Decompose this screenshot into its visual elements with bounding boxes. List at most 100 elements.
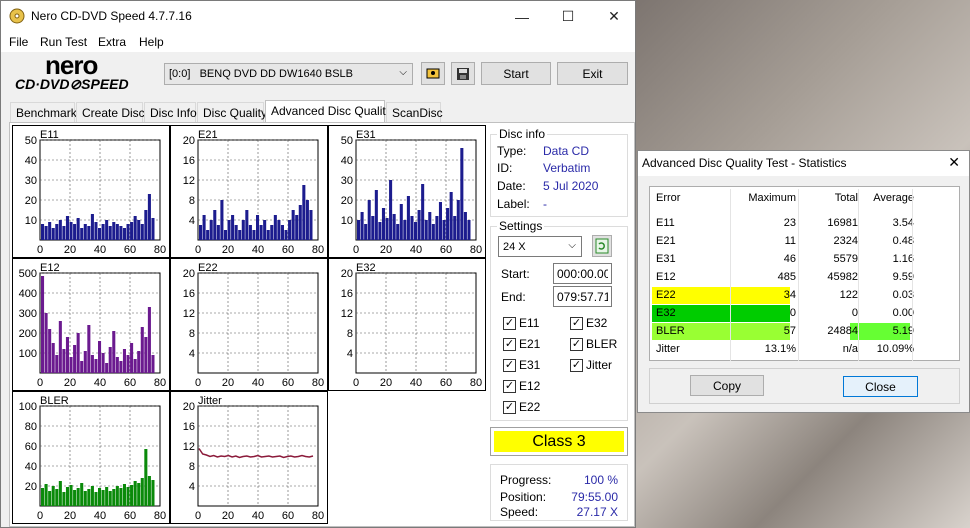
bar [69,222,73,240]
bar [119,361,123,373]
tab-advanced-disc-quality[interactable]: Advanced Disc Quality [265,100,392,123]
y-tick-label: 16 [183,288,195,300]
y-tick-label: 30 [341,175,353,187]
bar [48,491,52,506]
x-tick-label: 60 [124,244,136,256]
menu-help[interactable]: Help [139,35,164,49]
bar [231,215,235,240]
drive-select[interactable]: [0:0] BENQ DVD DD DW1640 BSLB ⌵ [164,63,413,85]
date-label: Date: [497,179,526,193]
menu-run-test[interactable]: Run Test [40,35,87,49]
tab-scandisc[interactable]: ScanDisc [386,102,443,122]
bar [410,216,414,240]
drive-info-button[interactable] [421,62,445,85]
x-tick-label: 20 [222,377,234,389]
x-tick-label: 40 [252,510,264,522]
bar [421,184,425,240]
tab-disc-quality[interactable]: Disc Quality [197,102,267,122]
y-tick-label: 8 [347,328,353,340]
bar [112,222,116,240]
check-icon: ✓ [503,337,516,351]
checkbox-bler[interactable]: ✓ BLER [570,337,617,351]
header-error: Error [656,192,681,204]
y-tick-label: 50 [25,135,37,147]
bar [130,222,134,240]
bar [115,357,119,373]
bar [206,230,210,240]
bar [280,225,284,240]
bar [371,216,375,240]
refresh-speed-button[interactable] [592,235,612,257]
type-label: Type: [497,144,527,158]
checkbox-e21[interactable]: ✓ E21 [503,337,540,351]
bar [41,224,45,240]
check-icon: ✓ [503,379,516,393]
checkbox-e12-label: E12 [519,379,541,393]
cell-avg: 9.59 [892,271,914,283]
checkbox-jitter-label: Jitter [586,358,613,372]
x-tick-label: 80 [312,244,324,256]
speed-value: 27.17 X [576,505,618,519]
copy-button[interactable]: Copy [690,375,764,396]
bar [270,225,274,240]
start-button[interactable]: Start [481,62,551,85]
speed-select[interactable]: 24 X ⌵ [498,236,582,257]
tab-disc-info[interactable]: Disc Info [144,102,197,122]
x-tick-label: 60 [124,510,136,522]
bar [108,491,112,506]
bar [41,276,45,373]
id-label: ID: [497,161,513,175]
bar [80,483,84,506]
menu-extra[interactable]: Extra [98,35,126,49]
bar [62,349,66,373]
class-box: Class 3 [490,427,628,456]
checkbox-e11-label: E11 [519,316,540,330]
stats-close-button[interactable]: Close [843,376,918,397]
checkbox-e22[interactable]: ✓ E22 [503,400,540,414]
bar [105,363,109,373]
bar [389,180,393,240]
tab-create-disc[interactable]: Create Disc [76,102,145,122]
bar [277,220,281,240]
tab-benchmark[interactable]: Benchmark [10,102,77,122]
chart-svg: E21201612840 20 40 60 80 [183,129,324,256]
y-tick-label: 20 [25,481,37,493]
check-icon: ✓ [570,358,583,372]
bar [115,224,119,240]
x-tick-label: 40 [410,377,422,389]
maximize-button[interactable]: ☐ [545,1,591,32]
chart-title: E31 [356,129,376,141]
chart-title: E21 [198,129,218,141]
end-input[interactable] [553,286,612,307]
close-button[interactable]: ✕ [591,1,635,32]
bar [424,220,428,240]
bar [381,208,385,240]
chart-title: BLER [40,395,69,407]
statistics-close-icon[interactable]: ✕ [948,154,960,171]
disc-info-title: Disc info [497,127,548,141]
chart-title: E32 [356,262,376,274]
x-tick-label: 0 [37,377,43,389]
chart-title: E12 [40,262,60,274]
checkbox-e31[interactable]: ✓ E31 [503,358,540,372]
checkbox-e12[interactable]: ✓ E12 [503,379,540,393]
exit-button[interactable]: Exit [557,62,628,85]
bar [438,202,442,240]
bar [367,200,371,240]
y-tick-label: 20 [183,135,195,147]
bar [62,492,66,506]
checkbox-e32[interactable]: ✓ E32 [570,316,607,330]
bar [65,216,69,240]
checkbox-e11[interactable]: ✓ E11 [503,316,539,330]
bar [44,313,48,373]
menu-file[interactable]: File [9,35,28,49]
bar [101,490,105,506]
header-maximum: Maximum [748,192,796,204]
checkbox-bler-label: BLER [586,337,618,351]
start-input[interactable] [553,263,612,284]
minimize-button[interactable]: — [499,1,545,32]
refresh-icon [595,238,609,254]
save-button[interactable] [451,62,475,85]
cell-avg: 1.16 [892,253,914,265]
checkbox-jitter[interactable]: ✓ Jitter [570,358,612,372]
